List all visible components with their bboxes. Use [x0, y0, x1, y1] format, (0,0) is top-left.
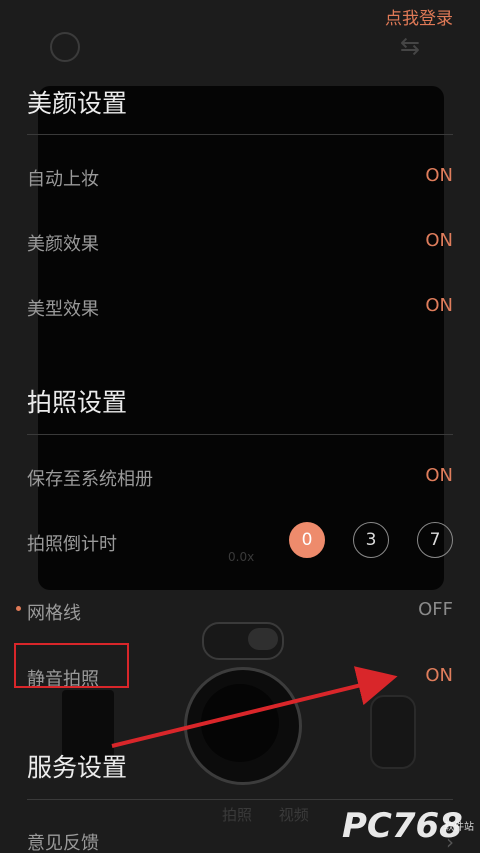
camera-settings-screen: ⇆ 0.0x 拍照 视频 点我登录 美颜设置 自动上妆 ON 美颜效果 ON 美…: [0, 0, 480, 853]
annotation-arrow: [111, 666, 398, 748]
watermark-sub: 软件站: [444, 822, 474, 833]
